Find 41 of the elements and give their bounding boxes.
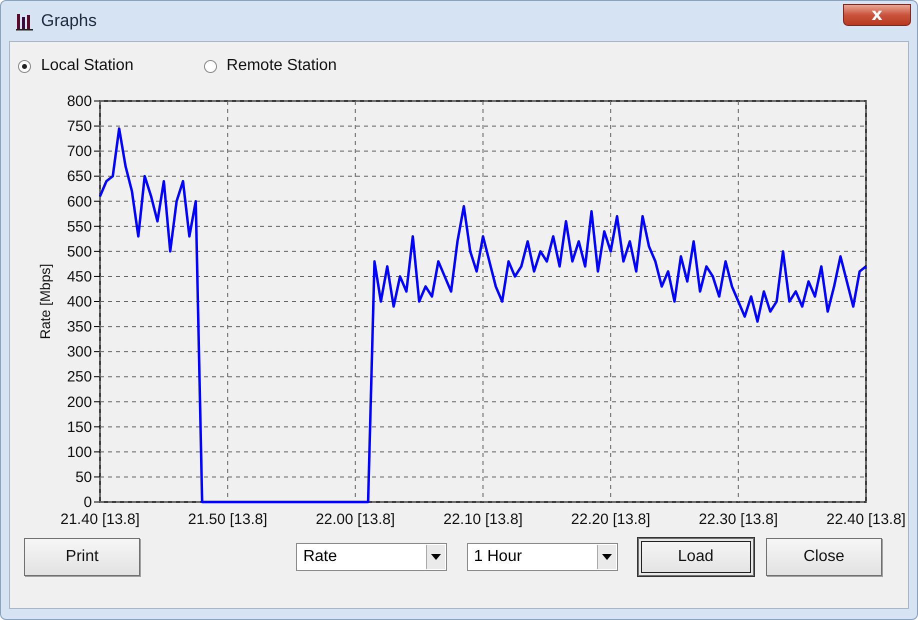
- y-tick-label: 700: [66, 143, 92, 160]
- y-tick-label: 650: [66, 168, 92, 186]
- bar-chart-icon: [15, 11, 35, 31]
- x-tick-label: 22.00 [13.8]: [316, 511, 395, 528]
- y-tick-label: 350: [66, 318, 92, 336]
- x-tick-label: 21.50 [13.8]: [188, 511, 268, 528]
- y-tick-label: 250: [66, 368, 92, 386]
- caret-icon: [596, 545, 616, 569]
- station-radio[interactable]: Remote Station: [204, 52, 337, 80]
- action-button[interactable]: Load: [638, 538, 754, 576]
- x-tick-label: 22.10 [13.8]: [443, 511, 523, 528]
- dropdown[interactable]: Rate: [296, 543, 447, 571]
- y-tick-label: 50: [75, 468, 92, 486]
- station-radio[interactable]: Local Station: [18, 52, 134, 80]
- y-tick-label: 800: [66, 93, 92, 110]
- y-tick-label: 100: [66, 444, 92, 461]
- y-tick-label: 200: [66, 394, 92, 411]
- radio-label: Local Station: [41, 57, 134, 75]
- y-tick-label: 550: [66, 218, 92, 236]
- window-title: Graphs: [41, 11, 97, 31]
- radio-icon[interactable]: [18, 60, 31, 72]
- y-tick-label: 500: [66, 243, 92, 260]
- action-button[interactable]: Close: [766, 538, 882, 576]
- y-tick-label: 400: [66, 294, 92, 310]
- radio-label: Remote Station: [226, 57, 337, 75]
- y-tick-label: 450: [66, 268, 92, 286]
- y-tick-label: 300: [66, 344, 92, 361]
- action-button[interactable]: Print: [24, 538, 140, 576]
- x-tick-label: 22.20 [13.8]: [571, 511, 650, 528]
- y-axis-label: Rate [Mbps]: [37, 264, 53, 340]
- caret-icon: [426, 545, 445, 569]
- radio-icon[interactable]: [204, 60, 217, 72]
- y-tick-label: 0: [84, 494, 92, 511]
- window-close-button[interactable]: x: [843, 4, 911, 26]
- y-tick-label: 750: [66, 118, 92, 136]
- y-tick-label: 600: [66, 193, 92, 210]
- dropdown[interactable]: 1 Hour: [466, 543, 618, 571]
- y-tick-label: 150: [66, 418, 92, 436]
- x-tick-label: 22.30 [13.8]: [698, 511, 778, 528]
- x-tick-label: 22.40 [13.8]: [826, 511, 906, 528]
- x-tick-label: 21.40 [13.8]: [60, 511, 140, 528]
